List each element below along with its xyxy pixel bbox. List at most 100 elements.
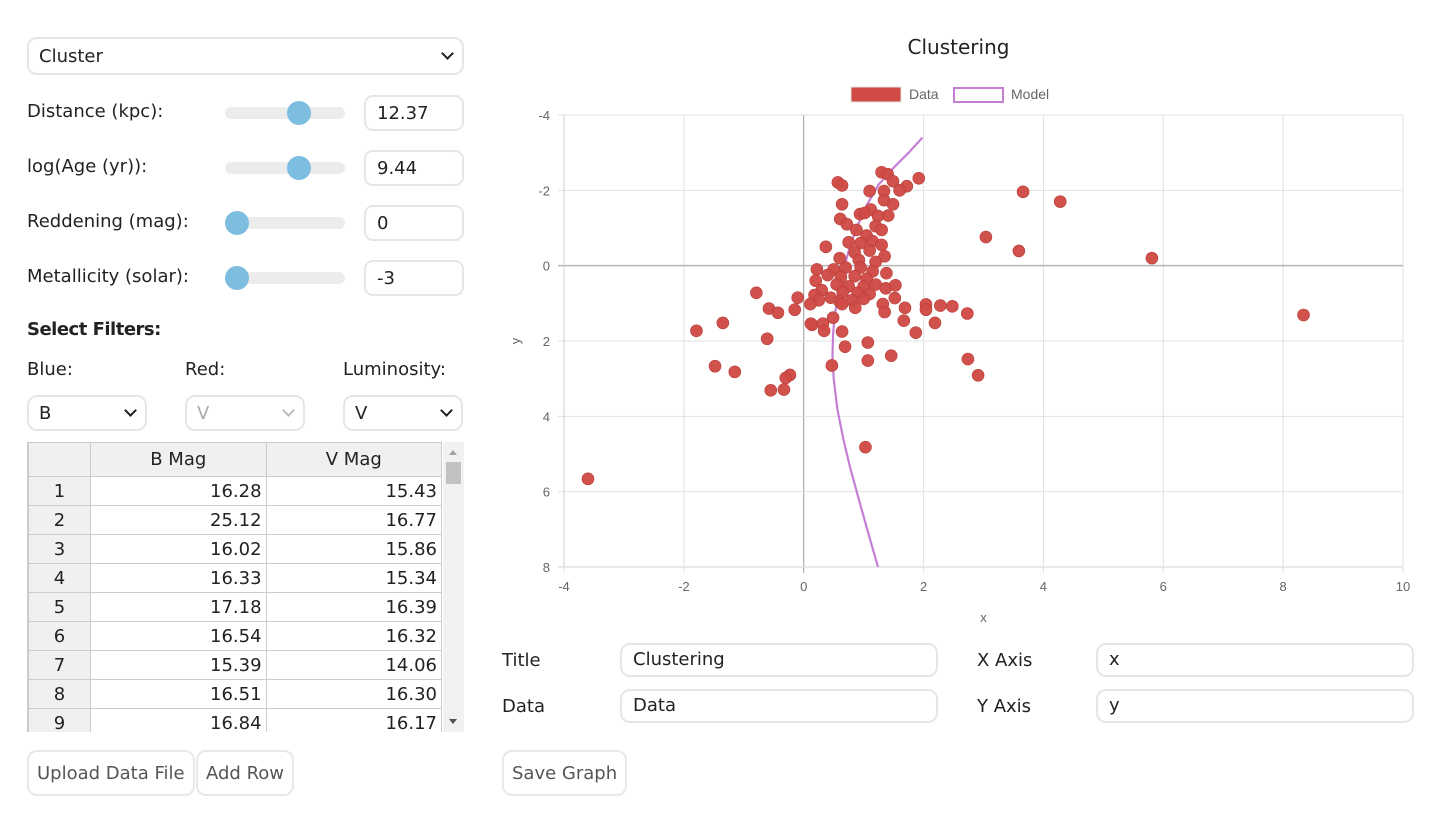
slider-thumb[interactable] [287,156,312,180]
luminosity-filter-value: V [355,402,368,424]
age-input[interactable]: 9.44 [364,150,464,186]
data-point [777,383,791,396]
table-cell[interactable]: 16.02 [90,534,267,564]
reddening-input[interactable]: 0 [364,205,464,241]
add-row-button[interactable]: Add Row [196,750,295,796]
row-header[interactable]: 6 [28,621,91,651]
data-point [1012,244,1026,258]
data-point [859,440,872,454]
table-cell[interactable]: 17.18 [90,592,267,622]
row-header[interactable]: 5 [28,592,91,622]
red-filter-value: V [197,402,210,424]
table-cell[interactable]: 25.12 [90,505,267,535]
row-header[interactable]: 4 [28,563,91,593]
row-header[interactable]: 7 [28,650,91,680]
table-cell[interactable]: 16.33 [90,563,267,593]
title-field-label: Title [502,650,541,671]
data-point [810,263,824,276]
distance-input[interactable]: 12.37 [364,95,464,131]
age-slider[interactable] [225,156,345,180]
data-point [581,472,595,486]
data-point [919,303,933,317]
slider-thumb[interactable] [225,266,249,290]
data-point [909,326,923,340]
table-cell[interactable]: 16.39 [265,592,443,622]
table-cell[interactable]: 15.39 [90,650,267,680]
table-cell[interactable]: 16.54 [90,621,267,651]
data-point [1016,185,1030,199]
data-point [863,184,876,198]
data-point [946,300,959,313]
data-point [1145,251,1159,265]
legend-model-label: Model [1011,86,1049,102]
y-tick-label: -4 [538,108,550,123]
table-cell[interactable]: 16.77 [265,505,443,535]
table-row: 1 16.28 15.43 [28,476,443,506]
table-cell[interactable]: 15.43 [265,476,443,506]
data-point [817,324,831,338]
data-point [877,193,891,207]
y-tick-label: 2 [543,334,550,349]
data-point [880,266,893,280]
x-tick-label: 10 [1396,579,1410,594]
x-tick-label: 8 [1280,579,1287,594]
param-reddening: Reddening (mag): 0 [27,205,464,241]
reddening-slider[interactable] [225,211,345,235]
xaxis-input[interactable]: x [1096,643,1414,677]
table-cell[interactable]: 16.28 [90,476,267,506]
metallicity-slider[interactable] [225,266,345,290]
table-row: 5 17.18 16.39 [28,592,443,622]
data-name-input[interactable]: Data [620,689,938,723]
slider-thumb[interactable] [287,101,312,125]
table-cell[interactable]: 16.32 [265,621,443,651]
data-point [728,365,742,379]
scroll-up-icon[interactable] [449,450,457,455]
x-tick-label: 0 [800,579,807,594]
distance-slider[interactable] [225,101,345,125]
title-input[interactable]: Clustering [620,643,938,677]
scroll-thumb[interactable] [446,462,461,484]
blue-filter-select[interactable]: B [27,395,147,431]
row-header[interactable]: 2 [28,505,91,535]
table-scrollbar[interactable] [443,442,464,732]
table-cell[interactable]: 15.34 [265,563,443,593]
data-point [875,238,888,252]
data-point [716,316,730,330]
data-point [1297,308,1310,322]
row-header[interactable]: 9 [28,708,91,732]
data-point [835,197,849,211]
table-cell[interactable]: 16.84 [90,708,267,732]
data-point [779,371,793,385]
preset-select[interactable]: Cluster [27,37,464,75]
upload-data-file-button[interactable]: Upload Data File [27,750,195,796]
yaxis-input[interactable]: y [1096,689,1414,723]
row-header[interactable]: 3 [28,534,91,564]
table-row: 9 16.84 16.17 [28,708,443,732]
table-cell[interactable]: 14.06 [265,650,443,680]
table-cell[interactable]: 16.30 [265,679,443,709]
scroll-down-icon[interactable] [449,719,457,724]
table-cell[interactable]: 16.51 [90,679,267,709]
save-graph-button[interactable]: Save Graph [502,750,628,796]
chevron-down-icon [282,404,295,417]
table-cell[interactable]: 15.86 [265,534,443,564]
data-point [764,384,778,397]
x-tick-label: -4 [558,579,570,594]
luminosity-filter-label: Luminosity: [343,359,446,380]
column-header[interactable]: B Mag [90,442,267,477]
y-tick-label: 4 [543,409,550,424]
luminosity-filter-select[interactable]: V [343,395,463,431]
row-header[interactable]: 1 [28,476,91,506]
table-header-row: B Mag V Mag [28,442,443,477]
data-point [760,332,774,346]
row-header[interactable]: 8 [28,679,91,709]
slider-thumb[interactable] [225,211,249,235]
data-point [961,307,974,320]
x-tick-label: 4 [1040,579,1047,594]
metallicity-input[interactable]: -3 [364,260,464,296]
data-point [928,316,942,330]
data-point [750,286,763,300]
column-header[interactable]: V Mag [265,442,443,477]
table-cell[interactable]: 16.17 [265,708,443,732]
data-point [857,292,870,306]
